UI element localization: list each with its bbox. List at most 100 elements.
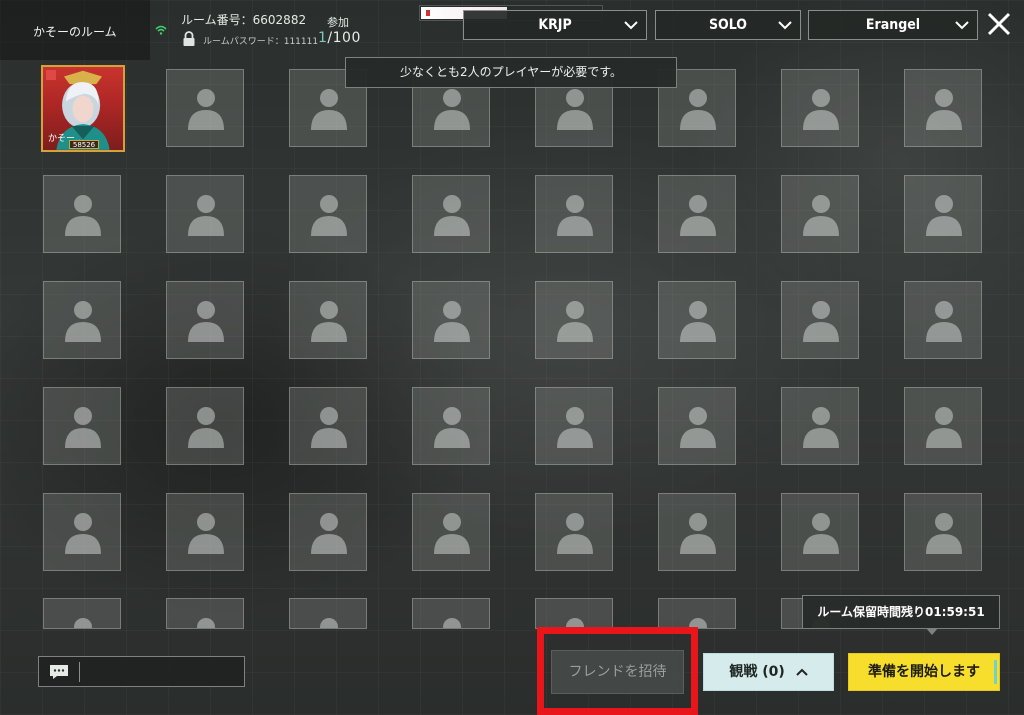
- empty-player-slot: [412, 281, 490, 359]
- empty-player-slot: [289, 493, 367, 571]
- empty-player-slot: [289, 281, 367, 359]
- person-silhouette-icon: [680, 195, 716, 236]
- start-ready-button[interactable]: 準備を開始します: [848, 653, 1000, 691]
- mode-dropdown[interactable]: SOLO: [655, 10, 801, 40]
- person-silhouette-icon: [803, 301, 839, 342]
- person-silhouette-icon: [188, 195, 224, 236]
- person-silhouette-icon: [74, 618, 92, 628]
- join-label: 参加: [327, 16, 349, 29]
- empty-player-slot: [658, 598, 736, 629]
- empty-player-slot: [781, 175, 859, 253]
- map-dropdown-value: Erangel: [865, 17, 921, 33]
- empty-player-slot: [781, 281, 859, 359]
- empty-player-slot: [412, 598, 490, 629]
- empty-player-slot: [166, 281, 244, 359]
- empty-player-slot: [904, 281, 982, 359]
- empty-player-slot: [43, 281, 121, 359]
- empty-player-slot: [289, 387, 367, 465]
- wifi-icon: [155, 25, 167, 35]
- empty-player-slot: [166, 387, 244, 465]
- empty-player-slot: [43, 387, 121, 465]
- person-silhouette-icon: [65, 301, 101, 342]
- spectate-button[interactable]: 観戦 (0): [703, 653, 834, 691]
- person-silhouette-icon: [926, 407, 962, 448]
- empty-player-slot: [289, 598, 367, 629]
- person-silhouette-icon: [65, 195, 101, 236]
- person-silhouette-icon: [320, 618, 338, 628]
- map-dropdown[interactable]: Erangel: [808, 10, 978, 40]
- empty-player-slot: [535, 175, 613, 253]
- empty-player-slot: [658, 281, 736, 359]
- chevron-down-icon: [955, 21, 969, 30]
- person-silhouette-icon: [188, 301, 224, 342]
- empty-player-slot: [535, 387, 613, 465]
- person-silhouette-icon: [188, 89, 224, 130]
- spectate-button-label: 観戦 (0): [729, 664, 785, 680]
- empty-player-slot: [289, 175, 367, 253]
- person-silhouette-icon: [557, 407, 593, 448]
- empty-player-slot: [166, 175, 244, 253]
- close-icon[interactable]: [986, 11, 1012, 37]
- player-count-total: /100: [327, 30, 361, 46]
- person-silhouette-icon: [434, 195, 470, 236]
- empty-player-slot: [658, 493, 736, 571]
- progress-marker: [426, 10, 430, 16]
- empty-player-slot: [781, 69, 859, 147]
- person-silhouette-icon: [197, 618, 215, 628]
- highlight-box: [537, 627, 698, 715]
- empty-player-slot: [43, 598, 121, 629]
- person-silhouette-icon: [557, 513, 593, 554]
- room-timer: ルーム保留時間残り01:59:51: [802, 595, 1000, 629]
- empty-player-slot: [535, 493, 613, 571]
- person-silhouette-icon: [434, 89, 470, 130]
- empty-player-slot: [412, 387, 490, 465]
- person-silhouette-icon: [443, 618, 461, 628]
- player-count-current: 1: [318, 30, 328, 46]
- person-silhouette-icon: [311, 513, 347, 554]
- room-password: ルームパスワード：111111: [203, 37, 319, 47]
- person-silhouette-icon: [188, 407, 224, 448]
- person-silhouette-icon: [311, 89, 347, 130]
- empty-player-slot: [904, 387, 982, 465]
- person-silhouette-icon: [434, 301, 470, 342]
- mode-dropdown-value: SOLO: [708, 17, 747, 33]
- person-silhouette-icon: [65, 407, 101, 448]
- person-silhouette-icon: [803, 89, 839, 130]
- person-silhouette-icon: [926, 89, 962, 130]
- empty-player-slot: [781, 493, 859, 571]
- chevron-up-icon: [795, 668, 808, 676]
- person-silhouette-icon: [311, 407, 347, 448]
- empty-player-slot: [412, 493, 490, 571]
- person-silhouette-icon: [680, 301, 716, 342]
- person-silhouette-icon: [557, 301, 593, 342]
- person-silhouette-icon: [311, 301, 347, 342]
- player-count: 1/100: [318, 30, 361, 46]
- person-silhouette-icon: [188, 513, 224, 554]
- empty-player-slot: [535, 598, 613, 629]
- server-dropdown[interactable]: KRJP: [463, 10, 647, 40]
- person-silhouette-icon: [926, 301, 962, 342]
- player-rank-badge: 58526: [69, 140, 99, 149]
- chat-input[interactable]: [38, 656, 245, 687]
- lock-icon: [183, 31, 195, 46]
- empty-player-slot: [166, 598, 244, 629]
- person-silhouette-icon: [803, 407, 839, 448]
- room-name: かそーのルーム: [33, 25, 117, 39]
- chevron-down-icon: [778, 21, 792, 30]
- person-silhouette-icon: [65, 513, 101, 554]
- person-silhouette-icon: [311, 195, 347, 236]
- empty-player-slot: [904, 175, 982, 253]
- home-icon: [46, 70, 56, 80]
- person-silhouette-icon: [680, 513, 716, 554]
- person-silhouette-icon: [803, 513, 839, 554]
- empty-player-slot: [904, 69, 982, 147]
- min-players-notice: 少なくとも2人のプレイヤーが必要です。: [345, 57, 677, 88]
- room-number: ルーム番号：6602882: [181, 13, 307, 27]
- empty-player-slot: [535, 281, 613, 359]
- empty-player-slot: [658, 175, 736, 253]
- player-slot-owner[interactable]: かそー… 58526: [41, 65, 125, 152]
- person-silhouette-icon: [434, 513, 470, 554]
- person-silhouette-icon: [926, 513, 962, 554]
- empty-player-slot: [904, 493, 982, 571]
- person-silhouette-icon: [680, 89, 716, 130]
